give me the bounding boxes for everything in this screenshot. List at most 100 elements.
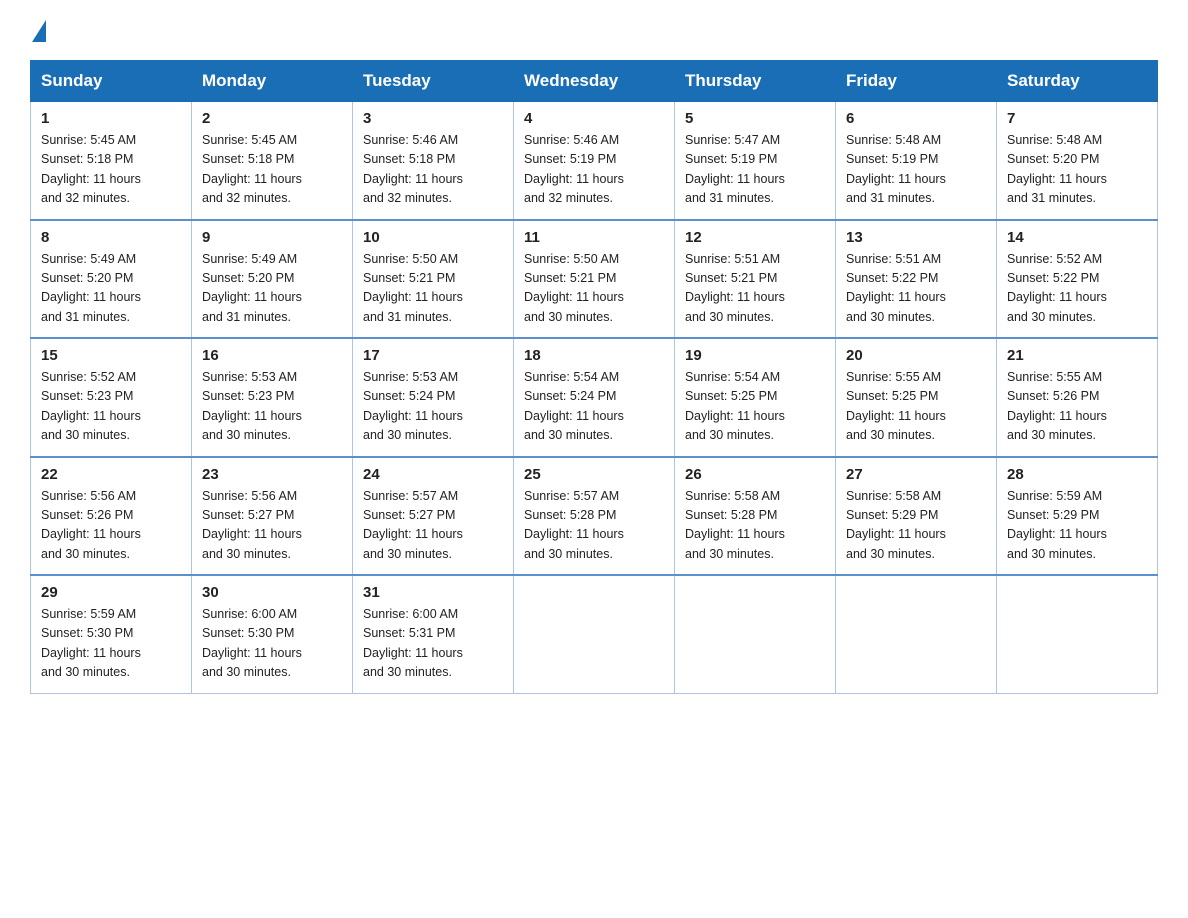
calendar-cell: 12 Sunrise: 5:51 AM Sunset: 5:21 PM Dayl… (675, 220, 836, 339)
calendar-cell: 8 Sunrise: 5:49 AM Sunset: 5:20 PM Dayli… (31, 220, 192, 339)
calendar-cell: 9 Sunrise: 5:49 AM Sunset: 5:20 PM Dayli… (192, 220, 353, 339)
calendar-cell: 26 Sunrise: 5:58 AM Sunset: 5:28 PM Dayl… (675, 457, 836, 576)
day-number: 14 (1007, 229, 1147, 246)
day-number: 27 (846, 466, 986, 483)
calendar-cell: 2 Sunrise: 5:45 AM Sunset: 5:18 PM Dayli… (192, 102, 353, 220)
day-info: Sunrise: 5:49 AM Sunset: 5:20 PM Dayligh… (41, 250, 181, 328)
day-info: Sunrise: 5:50 AM Sunset: 5:21 PM Dayligh… (524, 250, 664, 328)
day-number: 21 (1007, 347, 1147, 364)
day-info: Sunrise: 5:48 AM Sunset: 5:20 PM Dayligh… (1007, 131, 1147, 209)
day-number: 23 (202, 466, 342, 483)
col-header-sunday: Sunday (31, 61, 192, 102)
day-info: Sunrise: 5:51 AM Sunset: 5:22 PM Dayligh… (846, 250, 986, 328)
calendar-cell: 11 Sunrise: 5:50 AM Sunset: 5:21 PM Dayl… (514, 220, 675, 339)
calendar-week-row: 15 Sunrise: 5:52 AM Sunset: 5:23 PM Dayl… (31, 338, 1158, 457)
calendar-cell: 10 Sunrise: 5:50 AM Sunset: 5:21 PM Dayl… (353, 220, 514, 339)
day-info: Sunrise: 5:57 AM Sunset: 5:27 PM Dayligh… (363, 487, 503, 565)
day-number: 25 (524, 466, 664, 483)
calendar-cell: 15 Sunrise: 5:52 AM Sunset: 5:23 PM Dayl… (31, 338, 192, 457)
calendar-cell: 1 Sunrise: 5:45 AM Sunset: 5:18 PM Dayli… (31, 102, 192, 220)
day-info: Sunrise: 6:00 AM Sunset: 5:31 PM Dayligh… (363, 605, 503, 683)
day-info: Sunrise: 5:58 AM Sunset: 5:28 PM Dayligh… (685, 487, 825, 565)
day-number: 8 (41, 229, 181, 246)
day-number: 29 (41, 584, 181, 601)
day-info: Sunrise: 5:51 AM Sunset: 5:21 PM Dayligh… (685, 250, 825, 328)
day-info: Sunrise: 6:00 AM Sunset: 5:30 PM Dayligh… (202, 605, 342, 683)
day-info: Sunrise: 5:55 AM Sunset: 5:25 PM Dayligh… (846, 368, 986, 446)
day-number: 1 (41, 110, 181, 127)
calendar-cell: 7 Sunrise: 5:48 AM Sunset: 5:20 PM Dayli… (997, 102, 1158, 220)
calendar-cell: 17 Sunrise: 5:53 AM Sunset: 5:24 PM Dayl… (353, 338, 514, 457)
calendar-table: SundayMondayTuesdayWednesdayThursdayFrid… (30, 60, 1158, 694)
calendar-cell: 4 Sunrise: 5:46 AM Sunset: 5:19 PM Dayli… (514, 102, 675, 220)
day-number: 31 (363, 584, 503, 601)
calendar-cell: 29 Sunrise: 5:59 AM Sunset: 5:30 PM Dayl… (31, 575, 192, 693)
day-info: Sunrise: 5:55 AM Sunset: 5:26 PM Dayligh… (1007, 368, 1147, 446)
day-info: Sunrise: 5:45 AM Sunset: 5:18 PM Dayligh… (202, 131, 342, 209)
calendar-cell: 5 Sunrise: 5:47 AM Sunset: 5:19 PM Dayli… (675, 102, 836, 220)
day-info: Sunrise: 5:56 AM Sunset: 5:27 PM Dayligh… (202, 487, 342, 565)
calendar-cell: 23 Sunrise: 5:56 AM Sunset: 5:27 PM Dayl… (192, 457, 353, 576)
day-info: Sunrise: 5:53 AM Sunset: 5:24 PM Dayligh… (363, 368, 503, 446)
calendar-cell: 22 Sunrise: 5:56 AM Sunset: 5:26 PM Dayl… (31, 457, 192, 576)
day-number: 19 (685, 347, 825, 364)
calendar-cell: 31 Sunrise: 6:00 AM Sunset: 5:31 PM Dayl… (353, 575, 514, 693)
day-info: Sunrise: 5:45 AM Sunset: 5:18 PM Dayligh… (41, 131, 181, 209)
day-info: Sunrise: 5:59 AM Sunset: 5:29 PM Dayligh… (1007, 487, 1147, 565)
col-header-friday: Friday (836, 61, 997, 102)
day-number: 9 (202, 229, 342, 246)
calendar-cell: 19 Sunrise: 5:54 AM Sunset: 5:25 PM Dayl… (675, 338, 836, 457)
logo (30, 20, 46, 42)
logo-triangle-icon (32, 20, 46, 42)
calendar-cell: 27 Sunrise: 5:58 AM Sunset: 5:29 PM Dayl… (836, 457, 997, 576)
calendar-cell: 30 Sunrise: 6:00 AM Sunset: 5:30 PM Dayl… (192, 575, 353, 693)
col-header-monday: Monday (192, 61, 353, 102)
page-header (30, 20, 1158, 42)
calendar-cell: 14 Sunrise: 5:52 AM Sunset: 5:22 PM Dayl… (997, 220, 1158, 339)
day-info: Sunrise: 5:54 AM Sunset: 5:24 PM Dayligh… (524, 368, 664, 446)
col-header-tuesday: Tuesday (353, 61, 514, 102)
day-info: Sunrise: 5:52 AM Sunset: 5:23 PM Dayligh… (41, 368, 181, 446)
day-number: 7 (1007, 110, 1147, 127)
day-info: Sunrise: 5:49 AM Sunset: 5:20 PM Dayligh… (202, 250, 342, 328)
day-info: Sunrise: 5:46 AM Sunset: 5:18 PM Dayligh… (363, 131, 503, 209)
day-number: 18 (524, 347, 664, 364)
calendar-week-row: 22 Sunrise: 5:56 AM Sunset: 5:26 PM Dayl… (31, 457, 1158, 576)
calendar-cell: 21 Sunrise: 5:55 AM Sunset: 5:26 PM Dayl… (997, 338, 1158, 457)
day-number: 12 (685, 229, 825, 246)
day-number: 11 (524, 229, 664, 246)
day-info: Sunrise: 5:53 AM Sunset: 5:23 PM Dayligh… (202, 368, 342, 446)
calendar-cell (514, 575, 675, 693)
day-number: 16 (202, 347, 342, 364)
day-info: Sunrise: 5:50 AM Sunset: 5:21 PM Dayligh… (363, 250, 503, 328)
calendar-week-row: 8 Sunrise: 5:49 AM Sunset: 5:20 PM Dayli… (31, 220, 1158, 339)
day-number: 2 (202, 110, 342, 127)
col-header-saturday: Saturday (997, 61, 1158, 102)
day-number: 13 (846, 229, 986, 246)
day-info: Sunrise: 5:48 AM Sunset: 5:19 PM Dayligh… (846, 131, 986, 209)
calendar-week-row: 1 Sunrise: 5:45 AM Sunset: 5:18 PM Dayli… (31, 102, 1158, 220)
calendar-cell: 25 Sunrise: 5:57 AM Sunset: 5:28 PM Dayl… (514, 457, 675, 576)
calendar-cell: 28 Sunrise: 5:59 AM Sunset: 5:29 PM Dayl… (997, 457, 1158, 576)
calendar-cell (675, 575, 836, 693)
calendar-week-row: 29 Sunrise: 5:59 AM Sunset: 5:30 PM Dayl… (31, 575, 1158, 693)
calendar-cell: 20 Sunrise: 5:55 AM Sunset: 5:25 PM Dayl… (836, 338, 997, 457)
day-number: 28 (1007, 466, 1147, 483)
calendar-cell (997, 575, 1158, 693)
day-number: 10 (363, 229, 503, 246)
day-number: 22 (41, 466, 181, 483)
day-number: 6 (846, 110, 986, 127)
day-info: Sunrise: 5:59 AM Sunset: 5:30 PM Dayligh… (41, 605, 181, 683)
calendar-cell: 18 Sunrise: 5:54 AM Sunset: 5:24 PM Dayl… (514, 338, 675, 457)
day-number: 15 (41, 347, 181, 364)
calendar-cell: 24 Sunrise: 5:57 AM Sunset: 5:27 PM Dayl… (353, 457, 514, 576)
calendar-header-row: SundayMondayTuesdayWednesdayThursdayFrid… (31, 61, 1158, 102)
day-number: 26 (685, 466, 825, 483)
day-number: 17 (363, 347, 503, 364)
day-info: Sunrise: 5:52 AM Sunset: 5:22 PM Dayligh… (1007, 250, 1147, 328)
day-number: 24 (363, 466, 503, 483)
calendar-cell (836, 575, 997, 693)
col-header-wednesday: Wednesday (514, 61, 675, 102)
day-number: 5 (685, 110, 825, 127)
day-info: Sunrise: 5:57 AM Sunset: 5:28 PM Dayligh… (524, 487, 664, 565)
